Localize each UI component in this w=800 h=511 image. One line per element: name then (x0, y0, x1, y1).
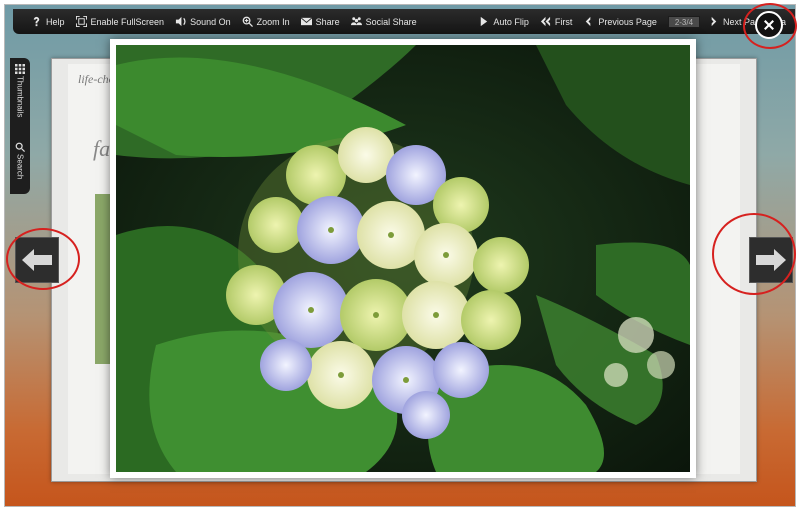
first-page-label: First (554, 16, 573, 27)
play-icon (481, 16, 488, 27)
close-icon (764, 20, 774, 30)
image-popup (110, 39, 696, 478)
share-button[interactable]: Share (300, 16, 340, 27)
grid-icon (15, 64, 25, 74)
highlight-ring-right (712, 213, 796, 295)
zoom-button[interactable]: Zoom In (242, 16, 290, 27)
envelope-icon (300, 17, 312, 26)
thumbnails-tab[interactable]: Thumbnails (10, 64, 30, 117)
page-number-input[interactable]: 2-3/4 (667, 15, 700, 28)
thumbnails-label: Thumbnails (15, 76, 25, 118)
top-toolbar: Help Enable FullScreen Sound On Zoom In … (13, 9, 795, 34)
fullscreen-button[interactable]: Enable FullScreen (75, 16, 165, 27)
zoom-in-icon (242, 16, 253, 27)
social-share-label: Social Share (365, 16, 417, 27)
help-icon (33, 16, 40, 27)
share-label: Share (315, 16, 340, 27)
fullscreen-label: Enable FullScreen (90, 16, 165, 27)
previous-page-label: Previous Page (598, 16, 657, 27)
side-tab-strip: Thumbnails Search (10, 58, 30, 194)
search-label: Search (15, 154, 25, 180)
first-page-button[interactable]: First (540, 16, 573, 27)
hydrangea-photo (116, 45, 690, 472)
flipbook-viewer: Help Enable FullScreen Sound On Zoom In … (4, 4, 796, 507)
double-chevron-left-icon (540, 16, 550, 27)
zoom-label: Zoom In (256, 16, 290, 27)
people-icon (350, 17, 362, 26)
fullscreen-icon (75, 16, 87, 27)
help-label: Help (46, 16, 65, 27)
chevron-left-icon (586, 16, 591, 27)
sound-label: Sound On (190, 16, 231, 27)
social-share-button[interactable]: Social Share (350, 16, 417, 27)
close-button[interactable] (755, 11, 783, 39)
help-button[interactable]: Help (31, 16, 65, 27)
speaker-icon (175, 16, 186, 27)
chevron-right-icon (711, 16, 717, 27)
search-tab[interactable]: Search (10, 142, 30, 179)
sound-button[interactable]: Sound On (175, 16, 231, 27)
highlight-ring-left (6, 228, 80, 290)
auto-flip-button[interactable]: Auto Flip (478, 16, 529, 27)
search-icon (15, 142, 25, 152)
previous-page-button[interactable]: Previous Page (583, 16, 657, 27)
auto-flip-label: Auto Flip (493, 16, 529, 27)
